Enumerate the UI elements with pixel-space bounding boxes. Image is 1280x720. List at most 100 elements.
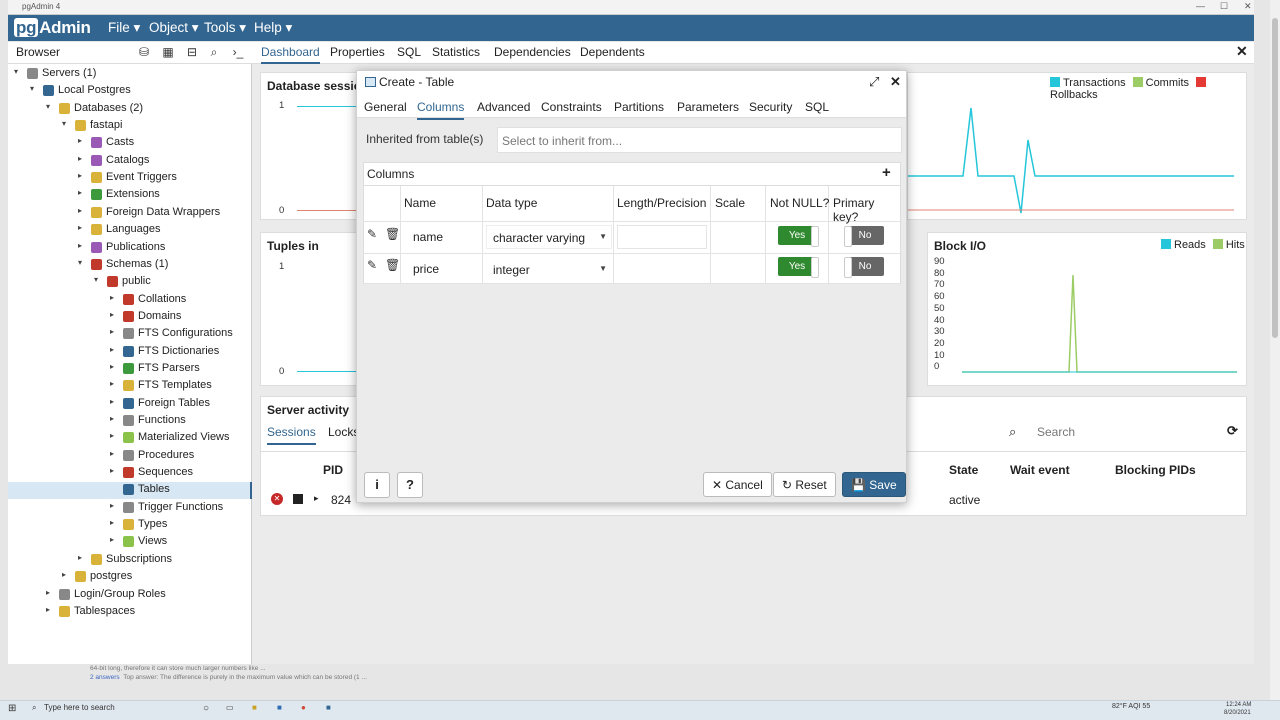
reset-button[interactable]: ↻ Reset xyxy=(773,472,836,497)
tab-constraints[interactable]: Constraints xyxy=(541,100,602,114)
expand-icon[interactable]: ▸ xyxy=(110,466,120,475)
not-null-toggle[interactable]: Yes xyxy=(778,257,819,278)
page-scrollbar[interactable] xyxy=(1270,0,1280,700)
tab-dependencies[interactable]: Dependencies xyxy=(494,45,571,59)
terminate-session-icon[interactable] xyxy=(293,494,303,504)
collapse-icon[interactable]: ▾ xyxy=(94,275,104,284)
file-explorer-icon[interactable]: ■ xyxy=(252,703,257,712)
minimize-icon[interactable]: — xyxy=(1196,1,1205,11)
add-column-icon[interactable]: + xyxy=(882,164,891,181)
query-tool-icon[interactable]: ⛁ xyxy=(136,45,152,61)
collapse-icon[interactable]: ▾ xyxy=(62,119,72,128)
close-window-icon[interactable]: ✕ xyxy=(1244,1,1252,12)
tab-general[interactable]: General xyxy=(364,100,407,114)
expand-icon[interactable]: ▸ xyxy=(110,535,120,544)
header-name: Name xyxy=(404,196,437,210)
menu-help[interactable]: Help ▾ xyxy=(254,20,292,36)
activity-search-input[interactable]: Search xyxy=(1037,425,1075,439)
tab-dependents[interactable]: Dependents xyxy=(580,45,645,59)
save-button[interactable]: 💾 Save xyxy=(842,472,906,497)
expand-icon[interactable]: ▸ xyxy=(78,171,88,180)
inherit-select[interactable]: Select to inherit from... xyxy=(497,127,902,153)
tab-columns[interactable]: Columns xyxy=(417,100,465,120)
cancel-button[interactable]: ✕ Cancel xyxy=(703,472,772,497)
close-dialog-icon[interactable]: ✕ xyxy=(890,74,901,90)
help-button[interactable]: ? xyxy=(397,472,423,498)
maximize-dialog-icon[interactable]: ⤢ xyxy=(869,74,879,90)
cancel-query-icon[interactable]: ✕ xyxy=(271,493,283,505)
not-null-toggle[interactable]: Yes xyxy=(778,226,819,247)
psql-tool-icon[interactable]: ›_ xyxy=(230,45,246,61)
search-objects-icon[interactable]: ⌕ xyxy=(206,45,222,61)
length-input[interactable] xyxy=(617,225,707,249)
delete-row-icon[interactable]: 🗑 xyxy=(385,227,400,241)
refresh-icon[interactable]: ⟳ xyxy=(1227,423,1238,439)
primary-key-toggle[interactable]: No xyxy=(844,257,884,278)
primary-key-toggle[interactable]: No xyxy=(844,226,884,247)
expand-icon[interactable]: ▸ xyxy=(110,449,120,458)
collapse-icon[interactable]: ▾ xyxy=(46,102,56,111)
expand-icon[interactable]: ▸ xyxy=(78,188,88,197)
collapse-icon[interactable]: ▾ xyxy=(14,67,24,76)
taskbar-search[interactable]: Type here to search xyxy=(44,703,115,712)
activity-tab-locks[interactable]: Locks xyxy=(328,425,359,439)
collapse-icon[interactable]: ▾ xyxy=(30,84,40,93)
tab-parameters[interactable]: Parameters xyxy=(677,100,739,114)
column-name-cell[interactable]: name xyxy=(413,230,443,244)
tab-security[interactable]: Security xyxy=(749,100,792,114)
tab-partitions[interactable]: Partitions xyxy=(614,100,664,114)
menu-object[interactable]: Object ▾ xyxy=(149,20,199,36)
tab-statistics[interactable]: Statistics xyxy=(432,45,480,59)
expand-icon[interactable]: ▸ xyxy=(62,570,72,579)
expand-icon[interactable]: ▸ xyxy=(110,293,120,302)
chrome-icon[interactable]: ● xyxy=(301,703,306,712)
tab-properties[interactable]: Properties xyxy=(330,45,385,59)
expand-icon[interactable]: ▸ xyxy=(78,154,88,163)
scrollbar-thumb[interactable] xyxy=(1272,18,1278,338)
expand-icon[interactable]: ▸ xyxy=(110,327,120,336)
activity-tab-sessions[interactable]: Sessions xyxy=(267,425,316,445)
tree-node[interactable]: Tables xyxy=(8,482,252,500)
filter-rows-icon[interactable]: ⊟ xyxy=(184,45,200,61)
expand-icon[interactable]: ▸ xyxy=(110,431,120,440)
edit-row-icon[interactable]: ✎ xyxy=(367,258,377,272)
mail-icon[interactable]: ■ xyxy=(277,703,282,712)
data-type-select[interactable]: character varying ▼ xyxy=(486,225,612,249)
tab-sql[interactable]: SQL xyxy=(805,100,829,114)
expand-icon[interactable]: ▸ xyxy=(78,241,88,250)
cortana-icon[interactable]: ○ xyxy=(203,703,209,714)
expand-icon[interactable]: ▸ xyxy=(78,223,88,232)
delete-row-icon[interactable]: 🗑 xyxy=(385,258,400,272)
expand-icon[interactable]: ▸ xyxy=(110,501,120,510)
menu-file[interactable]: File ▾ xyxy=(108,20,140,36)
pgadmin-taskbar-icon[interactable]: ■ xyxy=(326,703,331,712)
expand-icon[interactable]: ▸ xyxy=(46,605,56,614)
expand-icon[interactable]: ▸ xyxy=(110,362,120,371)
menu-tools[interactable]: Tools ▾ xyxy=(204,20,246,36)
close-tab-icon[interactable]: ✕ xyxy=(1236,43,1248,60)
maximize-icon[interactable]: ☐ xyxy=(1220,1,1228,12)
expand-icon[interactable]: ▸ xyxy=(110,397,120,406)
expand-icon[interactable]: ▸ xyxy=(46,588,56,597)
start-icon[interactable]: ⊞ xyxy=(8,703,16,714)
expand-icon[interactable]: ▸ xyxy=(110,518,120,527)
data-type-select[interactable]: integer ▼ xyxy=(486,257,612,281)
info-button[interactable]: i xyxy=(364,472,390,498)
expand-icon[interactable]: ▸ xyxy=(110,414,120,423)
schema-icon xyxy=(107,276,118,288)
tab-sql[interactable]: SQL xyxy=(397,45,421,59)
expand-icon[interactable]: ▸ xyxy=(78,553,88,562)
collapse-icon[interactable]: ▾ xyxy=(78,258,88,267)
tab-advanced[interactable]: Advanced xyxy=(477,100,530,114)
view-data-icon[interactable]: ▦ xyxy=(160,45,176,61)
expand-icon[interactable]: ▸ xyxy=(110,310,120,319)
column-name-cell[interactable]: price xyxy=(413,262,439,276)
expand-icon[interactable]: ▸ xyxy=(78,206,88,215)
tab-dashboard[interactable]: Dashboard xyxy=(261,45,320,64)
expand-icon[interactable]: ▸ xyxy=(78,136,88,145)
expand-icon[interactable]: ▸ xyxy=(110,345,120,354)
expand-row-icon[interactable]: ▸ xyxy=(314,493,319,504)
task-view-icon[interactable]: ▭ xyxy=(226,703,234,712)
expand-icon[interactable]: ▸ xyxy=(110,379,120,388)
edit-row-icon[interactable]: ✎ xyxy=(367,227,377,241)
